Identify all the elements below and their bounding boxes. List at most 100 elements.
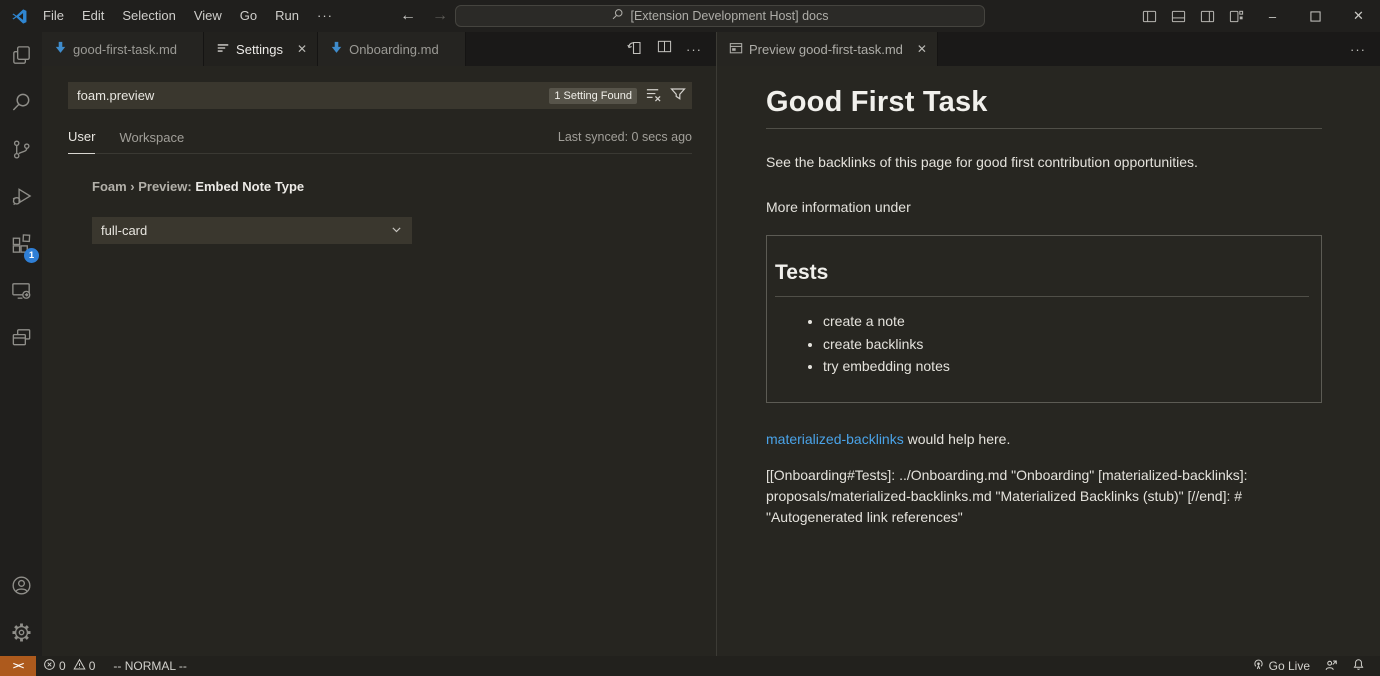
go-live-button[interactable]: Go Live <box>1245 656 1317 676</box>
live-share-icon <box>1324 658 1338 675</box>
tab-bar-group-1: good-first-task.md Settings ✕ Onboarding… <box>42 32 716 66</box>
scope-tab-workspace[interactable]: Workspace <box>119 130 184 154</box>
command-center-search[interactable]: [Extension Development Host] docs <box>455 5 985 27</box>
note-card-list: create a note create backlinks try embed… <box>775 310 1311 378</box>
tab-bar-group-2: Preview good-first-task.md ✕ ··· <box>717 32 1380 66</box>
back-arrow-icon[interactable]: ← <box>400 7 416 25</box>
close-tab-icon[interactable]: ✕ <box>917 42 927 56</box>
remote-indicator[interactable]: >< <box>0 656 36 676</box>
split-editor-icon[interactable] <box>657 39 672 59</box>
more-actions-button[interactable]: ··· <box>1350 42 1366 57</box>
dropdown-value: full-card <box>101 223 390 238</box>
tab-settings[interactable]: Settings ✕ <box>204 32 318 66</box>
editor-group-1: good-first-task.md Settings ✕ Onboarding… <box>42 32 716 656</box>
windows-panels-icon[interactable] <box>0 314 42 361</box>
bell-icon <box>1352 658 1365 674</box>
more-actions-button[interactable]: ··· <box>686 42 702 57</box>
warning-icon <box>73 658 86 674</box>
scope-tab-user[interactable]: User <box>68 129 95 154</box>
setting-title: Foam › Preview: Embed Note Type <box>92 179 412 194</box>
search-view-icon[interactable] <box>0 79 42 126</box>
live-share-button[interactable] <box>1317 656 1345 676</box>
status-bar: >< 0 0 -- NORMAL -- Go Live <box>0 656 1380 676</box>
accounts-icon[interactable] <box>0 562 42 609</box>
forward-arrow-icon[interactable]: → <box>432 7 448 25</box>
error-count: 0 <box>59 659 66 673</box>
menu-edit[interactable]: Edit <box>73 5 113 27</box>
run-and-debug-icon[interactable] <box>0 173 42 220</box>
explorer-icon[interactable] <box>0 32 42 79</box>
activity-bar: 1 <box>0 32 42 656</box>
markdown-preview-pane: Good First Task See the backlinks of thi… <box>717 66 1380 656</box>
tab-label: Onboarding.md <box>349 42 439 57</box>
open-preview-icon <box>729 41 743 58</box>
vim-mode-indicator[interactable]: -- NORMAL -- <box>106 656 194 676</box>
list-item: create a note <box>823 310 1311 333</box>
problems-status[interactable]: 0 0 <box>36 656 106 676</box>
tab-label: Settings <box>236 42 283 57</box>
customize-layout-icon[interactable] <box>1222 0 1251 32</box>
vim-mode-text: -- NORMAL -- <box>113 659 187 673</box>
menu-bar: File Edit Selection View Go Run ··· <box>34 0 342 32</box>
remote-explorer-icon[interactable] <box>0 267 42 314</box>
settings-search-value: foam.preview <box>77 88 549 103</box>
embedded-note-card: Tests create a note create backlinks try… <box>766 235 1322 403</box>
embed-note-type-dropdown[interactable]: full-card <box>92 217 412 244</box>
editor-actions: ··· <box>1350 32 1380 66</box>
preview-paragraph: More information under <box>766 197 1322 218</box>
markdown-file-icon <box>54 41 67 57</box>
open-settings-json-icon[interactable] <box>627 39 643 60</box>
activity-bar-bottom <box>0 562 42 656</box>
extensions-icon[interactable]: 1 <box>0 220 42 267</box>
extensions-badge: 1 <box>24 248 39 263</box>
list-item: try embedding notes <box>823 355 1311 378</box>
menu-selection[interactable]: Selection <box>113 5 184 27</box>
filter-settings-icon[interactable] <box>670 86 686 105</box>
menu-file[interactable]: File <box>34 5 73 27</box>
search-icon <box>611 8 624 24</box>
broadcast-icon <box>1252 658 1265 674</box>
settings-gear-icon[interactable] <box>0 609 42 656</box>
editor-area: good-first-task.md Settings ✕ Onboarding… <box>42 32 1380 656</box>
toggle-secondary-sidebar-icon[interactable] <box>1193 0 1222 32</box>
materialized-backlinks-link[interactable]: materialized-backlinks <box>766 431 904 447</box>
tab-good-first-task[interactable]: good-first-task.md <box>42 32 204 66</box>
maximize-button[interactable] <box>1294 0 1337 32</box>
vscode-logo-icon <box>11 8 28 25</box>
toggle-panel-icon[interactable] <box>1164 0 1193 32</box>
link-suffix-text: would help here. <box>904 431 1011 447</box>
editor-group-2: Preview good-first-task.md ✕ ··· Good Fi… <box>717 32 1380 656</box>
link-references-text: [[Onboarding#Tests]: ../Onboarding.md "O… <box>766 465 1322 528</box>
setting-name: Embed Note Type <box>195 179 304 194</box>
title-bar: File Edit Selection View Go Run ··· ← → … <box>0 0 1380 32</box>
tab-label: Preview good-first-task.md <box>749 42 903 57</box>
editor-actions: ··· <box>627 32 716 66</box>
minimize-button[interactable]: – <box>1251 0 1294 32</box>
markdown-file-icon <box>330 41 343 57</box>
menu-overflow-button[interactable]: ··· <box>308 5 342 27</box>
tab-onboarding[interactable]: Onboarding.md <box>318 32 466 66</box>
source-control-icon[interactable] <box>0 126 42 173</box>
menu-go[interactable]: Go <box>231 5 266 27</box>
toggle-primary-sidebar-icon[interactable] <box>1135 0 1164 32</box>
note-card-heading: Tests <box>775 261 1309 297</box>
notifications-bell-button[interactable] <box>1345 656 1372 676</box>
link-paragraph: materialized-backlinks would help here. <box>766 429 1322 450</box>
sync-status: Last synced: 0 secs ago <box>558 130 692 146</box>
settings-editor: foam.preview 1 Setting Found User Worksp… <box>42 66 716 656</box>
menu-run[interactable]: Run <box>266 5 308 27</box>
setting-category: Foam › Preview: <box>92 179 195 194</box>
close-tab-icon[interactable]: ✕ <box>297 42 307 56</box>
tab-label: good-first-task.md <box>73 42 177 57</box>
status-bar-right: Go Live <box>1245 656 1380 676</box>
menu-view[interactable]: View <box>185 5 231 27</box>
preview-paragraph: See the backlinks of this page for good … <box>766 152 1322 173</box>
preview-title: Good First Task <box>766 86 1322 129</box>
tab-preview-good-first-task[interactable]: Preview good-first-task.md ✕ <box>717 32 938 66</box>
close-window-button[interactable]: ✕ <box>1337 0 1380 32</box>
settings-search-input[interactable]: foam.preview 1 Setting Found <box>68 82 692 109</box>
clear-search-icon[interactable] <box>645 86 662 106</box>
settings-scope-tabs: User Workspace Last synced: 0 secs ago <box>68 122 692 154</box>
settings-tab-icon <box>216 41 230 58</box>
list-item: create backlinks <box>823 333 1311 356</box>
